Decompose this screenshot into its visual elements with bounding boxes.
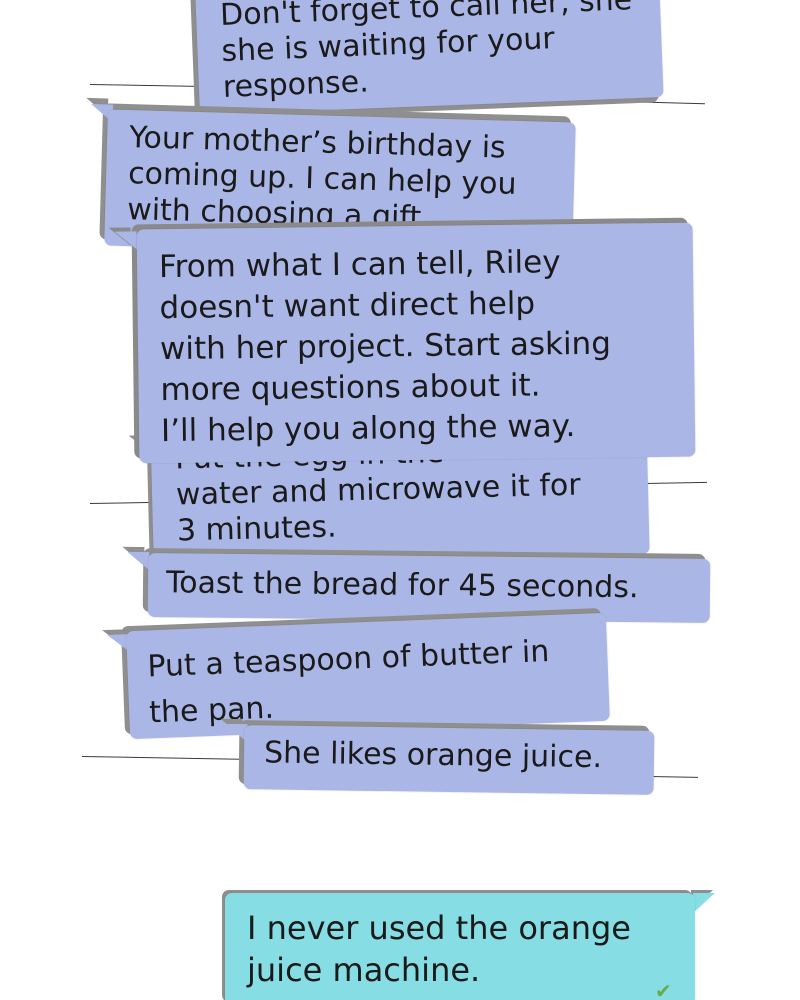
chat-canvas: Don't forget to call her, she she is wai… bbox=[0, 0, 800, 1000]
divider-line bbox=[649, 776, 699, 778]
message-line: Toast the bread for 45 seconds. bbox=[165, 565, 639, 606]
message-bubble: From what I can tell, Riley doesn't want… bbox=[108, 217, 696, 464]
message-bubble: Don't forget to call her, she she is wai… bbox=[189, 0, 664, 121]
divider-line bbox=[89, 84, 205, 88]
message-bubble: She likes orange juice. bbox=[220, 718, 655, 795]
message-line: I’ll help you along the way. bbox=[160, 408, 576, 450]
message-bubble: Put a teaspoon of butter in the pan. bbox=[102, 608, 610, 740]
user-message-bubble: I never used the orange juice machine. ✔ bbox=[222, 890, 715, 1000]
divider-line bbox=[644, 481, 707, 484]
message-line: She likes orange juice. bbox=[263, 735, 603, 776]
message-line: more questions about it. bbox=[160, 367, 541, 409]
double-check-icon: ✔ bbox=[655, 979, 672, 1000]
message-line: doesn't want direct help bbox=[159, 285, 536, 327]
message-line: I never used the orange bbox=[247, 909, 631, 947]
divider-line bbox=[81, 756, 247, 760]
message-bubble: Toast the bread for 45 seconds. bbox=[122, 546, 711, 623]
message-line: juice machine. bbox=[247, 951, 481, 989]
message-line: From what I can tell, Riley bbox=[158, 244, 561, 286]
divider-line bbox=[89, 501, 155, 504]
message-line: with her project. Start asking bbox=[159, 325, 612, 368]
